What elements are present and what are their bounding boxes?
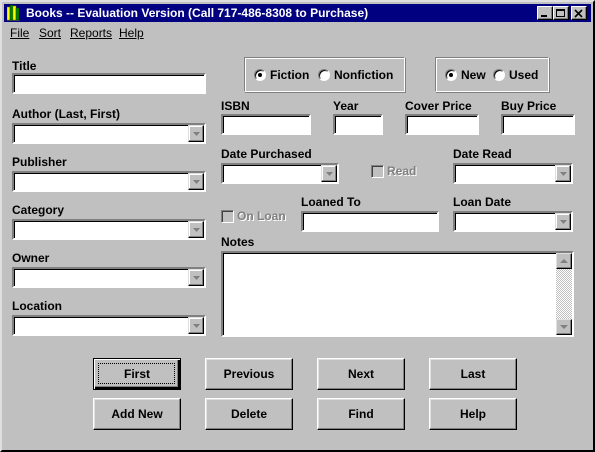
owner-dropdown-button[interactable] (188, 269, 204, 286)
isbn-label: ISBN (221, 99, 250, 113)
chevron-down-icon (560, 172, 567, 176)
category-combo[interactable] (12, 219, 206, 240)
scroll-down-button[interactable] (556, 319, 572, 335)
menu-sort[interactable]: Sort (39, 26, 61, 40)
category-dropdown-button[interactable] (188, 221, 204, 238)
date-read-dropdown-button[interactable] (555, 165, 571, 182)
notes-label: Notes (221, 235, 255, 249)
title-bar[interactable]: Books -- Evaluation Version (Call 717-48… (4, 4, 591, 22)
location-dropdown-button[interactable] (188, 317, 204, 334)
title-input[interactable] (12, 73, 206, 94)
chevron-down-icon (193, 324, 200, 328)
menu-help[interactable]: Help (119, 26, 144, 40)
menu-bar: File Sort Reports Help (4, 23, 591, 42)
minimize-icon (541, 15, 547, 17)
delete-button[interactable]: Delete (205, 398, 293, 430)
author-dropdown-button[interactable] (188, 125, 204, 142)
add-new-button[interactable]: Add New (93, 398, 181, 430)
date-read-label: Date Read (453, 147, 512, 161)
author-label: Author (Last, First) (12, 107, 120, 121)
loan-date-dropdown-button[interactable] (555, 213, 571, 230)
author-combo[interactable] (12, 123, 206, 144)
chevron-down-icon (193, 276, 200, 280)
date-read-combo[interactable] (453, 163, 573, 184)
owner-combo[interactable] (12, 267, 206, 288)
arrow-down-icon (560, 325, 568, 329)
isbn-input[interactable] (221, 114, 311, 135)
location-label: Location (12, 299, 62, 313)
buy-price-input[interactable] (501, 114, 575, 135)
chevron-down-icon (193, 228, 200, 232)
first-button[interactable]: First (93, 358, 181, 390)
chevron-down-icon (193, 132, 200, 136)
title-label: Title (12, 59, 37, 73)
maximize-button[interactable] (553, 6, 569, 20)
owner-label: Owner (12, 251, 50, 265)
loan-date-combo[interactable] (453, 211, 573, 232)
date-purchased-label: Date Purchased (221, 147, 312, 161)
next-button[interactable]: Next (317, 358, 405, 390)
on-loan-label: On Loan (237, 209, 286, 223)
find-button[interactable]: Find (317, 398, 405, 430)
menu-reports[interactable]: Reports (70, 26, 112, 40)
category-label: Category (12, 203, 65, 217)
help-button[interactable]: Help (429, 398, 517, 430)
radio-selected-dot (449, 73, 453, 77)
condition-group: New Used (435, 57, 549, 92)
arrow-up-icon (560, 259, 568, 263)
scroll-up-button[interactable] (556, 253, 572, 269)
close-button[interactable] (571, 6, 587, 20)
minimize-button[interactable] (537, 6, 553, 20)
maximize-icon (556, 9, 565, 17)
publisher-dropdown-button[interactable] (188, 173, 204, 190)
loan-date-label: Loan Date (453, 195, 512, 209)
publisher-combo[interactable] (12, 171, 206, 192)
genre-group: Fiction Nonfiction (244, 57, 405, 92)
buy-price-label: Buy Price (501, 99, 557, 113)
window-title: Books -- Evaluation Version (Call 717-48… (26, 6, 369, 20)
chevron-down-icon (560, 220, 567, 224)
last-button[interactable]: Last (429, 358, 517, 390)
previous-button[interactable]: Previous (205, 358, 293, 390)
publisher-label: Publisher (12, 155, 67, 169)
cover-price-label: Cover Price (405, 99, 472, 113)
chevron-down-icon (193, 180, 200, 184)
radio-selected-dot (258, 73, 262, 77)
loaned-to-input[interactable] (301, 211, 439, 232)
year-input[interactable] (333, 114, 383, 135)
location-combo[interactable] (12, 315, 206, 336)
chevron-down-icon (326, 172, 333, 176)
loaned-to-label: Loaned To (301, 195, 361, 209)
notes-textarea[interactable] (221, 251, 574, 337)
year-label: Year (333, 99, 359, 113)
on-loan-checkbox[interactable] (221, 210, 234, 223)
books-window: Books -- Evaluation Version (Call 717-48… (0, 0, 595, 452)
date-purchased-dropdown-button[interactable] (321, 165, 337, 182)
notes-scrollbar[interactable] (556, 253, 572, 335)
read-checkbox[interactable] (371, 165, 384, 178)
date-purchased-combo[interactable] (221, 163, 339, 184)
close-icon (574, 9, 583, 18)
read-label: Read (387, 164, 417, 178)
menu-file[interactable]: File (10, 26, 29, 40)
cover-price-input[interactable] (405, 114, 479, 135)
focus-rectangle (98, 363, 175, 384)
books-app-icon[interactable] (6, 4, 21, 21)
